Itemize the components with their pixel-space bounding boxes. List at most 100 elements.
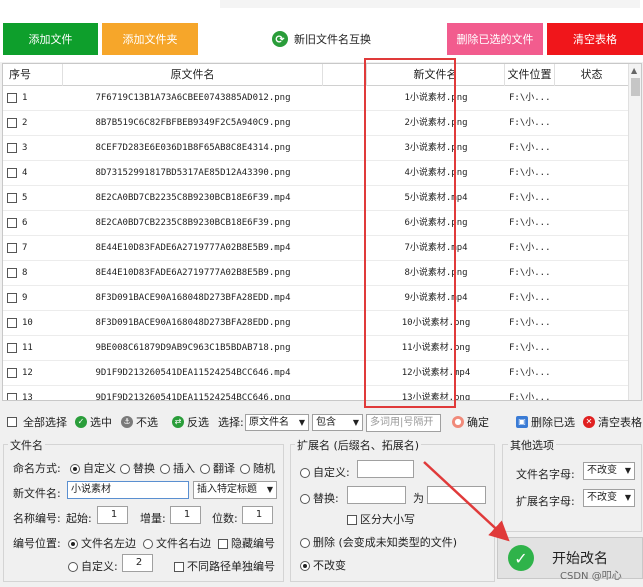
table-row[interactable]: 13 9D1F9D213260541DEA11524254BCC646.png 13… bbox=[3, 386, 629, 401]
row-checkbox[interactable] bbox=[7, 392, 17, 400]
keyword-input[interactable]: 多词用|号隔开 bbox=[366, 414, 441, 432]
row-checkbox[interactable] bbox=[7, 292, 17, 303]
step-input[interactable]: 1 bbox=[170, 506, 201, 524]
row-checkbox[interactable] bbox=[7, 367, 17, 378]
row-checkbox[interactable] bbox=[7, 267, 17, 278]
naming-mode-label: 命名方式: bbox=[13, 462, 61, 475]
case-sensitive-checkbox[interactable]: 区分大小写 bbox=[347, 511, 415, 527]
file-location: F:\小... bbox=[509, 368, 551, 378]
table-row[interactable]: 12 9D1F9D213260541DEA11524254BCC646.mp4 12… bbox=[3, 361, 629, 386]
ext-replace-radio[interactable]: 替换: bbox=[300, 490, 339, 506]
start-input[interactable]: 1 bbox=[97, 506, 128, 524]
row-number: 13 bbox=[22, 393, 33, 401]
radio-icon bbox=[300, 494, 310, 504]
file-location: F:\小... bbox=[509, 218, 551, 228]
table-row[interactable]: 5 8E2CA0BD7CB2235C8B9230BCB18E6F39.mp4 5小说… bbox=[3, 186, 629, 211]
row-index[interactable]: 11 bbox=[7, 336, 63, 361]
row-index[interactable]: 5 bbox=[7, 186, 63, 211]
chevron-down-icon: ▼ bbox=[298, 418, 305, 427]
row-checkbox[interactable] bbox=[7, 317, 17, 328]
file-location: F:\小... bbox=[509, 168, 551, 178]
table-row[interactable]: 7 8E44E10D83FADE6A2719777A02B8E5B9.mp4 7小说… bbox=[3, 236, 629, 261]
row-index[interactable]: 13 bbox=[7, 386, 63, 401]
delete-selected-files-button[interactable]: 删除已选的文件 bbox=[447, 23, 543, 55]
select-button[interactable]: ✓ 选中 bbox=[75, 414, 112, 430]
row-index[interactable]: 9 bbox=[7, 286, 63, 311]
row-index[interactable]: 2 bbox=[7, 111, 63, 136]
unselect-button[interactable]: ⚓ 不选 bbox=[121, 414, 158, 430]
table-row[interactable]: 10 8F3D091BACE90A168048D273BFA28EDD.png 10… bbox=[3, 311, 629, 336]
row-checkbox[interactable] bbox=[7, 217, 17, 228]
ext-replace-to-input[interactable] bbox=[427, 486, 486, 504]
clear-table-button[interactable]: 清空表格 bbox=[547, 23, 643, 55]
digits-input[interactable]: 1 bbox=[242, 506, 273, 524]
pos-custom-radio[interactable]: 自定义: bbox=[68, 558, 118, 574]
mode-select[interactable]: 包含 ▼ bbox=[312, 414, 363, 431]
custom-position-input[interactable]: 2 bbox=[122, 554, 153, 572]
checkbox-icon bbox=[174, 562, 184, 572]
table-row[interactable]: 1 7F6719C13B1A73A6CBEE0743885AD012.png 1小说… bbox=[3, 86, 629, 111]
swap-names-button[interactable]: ⟳ 新旧文件名互换 bbox=[272, 28, 371, 50]
scroll-up-icon[interactable]: ▲ bbox=[631, 66, 637, 75]
row-index[interactable]: 12 bbox=[7, 361, 63, 386]
table-row[interactable]: 11 9BE008C61879D9AB9C963C1B5BDAB718.png 11… bbox=[3, 336, 629, 361]
pos-left-radio[interactable]: 文件名左边 bbox=[68, 535, 136, 551]
ext-delete-radio[interactable]: 删除 (会变成未知类型的文件) bbox=[300, 534, 457, 550]
row-index[interactable]: 6 bbox=[7, 211, 63, 236]
hide-number-checkbox[interactable]: 隐藏编号 bbox=[218, 535, 275, 551]
mode-custom-radio[interactable]: 自定义 bbox=[70, 460, 116, 476]
ext-custom-input[interactable] bbox=[357, 460, 414, 478]
name-case-select[interactable]: 不改变 ▼ bbox=[583, 462, 635, 480]
invert-icon: ⇄ bbox=[172, 416, 184, 428]
start-rename-label: 开始改名 bbox=[552, 551, 608, 567]
insert-title-select[interactable]: 插入特定标题 ▼ bbox=[193, 481, 277, 499]
select-all-checkbox[interactable]: 全部选择 bbox=[7, 414, 67, 430]
invert-button[interactable]: ⇄ 反选 bbox=[172, 414, 209, 430]
vertical-scrollbar[interactable]: ▲ bbox=[628, 64, 641, 400]
row-index[interactable]: 3 bbox=[7, 136, 63, 161]
table-row[interactable]: 4 8D73152991817BD5317AE85D12A43390.png 4小说… bbox=[3, 161, 629, 186]
confirm-button[interactable]: ● 确定 bbox=[452, 414, 489, 430]
new-name-input[interactable]: 小说素材 bbox=[67, 481, 189, 499]
row-number: 12 bbox=[22, 368, 33, 378]
clear-table-small-button[interactable]: ✕ 清空表格 bbox=[583, 414, 642, 430]
scroll-thumb[interactable] bbox=[631, 78, 640, 96]
row-index[interactable]: 10 bbox=[7, 311, 63, 336]
mode-insert-radio[interactable]: 插入 bbox=[160, 460, 195, 476]
table-row[interactable]: 8 8E44E10D83FADE6A2719777A02B8E5B9.png 8小说… bbox=[3, 261, 629, 286]
mode-translate-radio[interactable]: 翻译 bbox=[200, 460, 235, 476]
diff-path-checkbox[interactable]: 不同路径单独编号 bbox=[174, 558, 275, 574]
row-index[interactable]: 4 bbox=[7, 161, 63, 186]
top-toolbar: 添加文件 添加文件夹 ⟳ 新旧文件名互换 删除已选的文件 清空表格 bbox=[0, 0, 643, 62]
row-checkbox[interactable] bbox=[7, 167, 17, 178]
field-select[interactable]: 原文件名 ▼ bbox=[245, 414, 309, 431]
row-checkbox[interactable] bbox=[7, 142, 17, 153]
original-filename: 8E2CA0BD7CB2235C8B9230BCB18E6F39.mp4 bbox=[95, 193, 291, 203]
row-index[interactable]: 8 bbox=[7, 261, 63, 286]
table-row[interactable]: 2 8B7B519C6C82FBFBEB9349F2C5A940C9.png 2小说… bbox=[3, 111, 629, 136]
mode-random-radio[interactable]: 随机 bbox=[240, 460, 275, 476]
mode-replace-radio[interactable]: 替换 bbox=[120, 460, 155, 476]
row-checkbox[interactable] bbox=[7, 92, 17, 103]
ext-keep-radio[interactable]: 不改变 bbox=[300, 557, 346, 573]
pos-right-radio[interactable]: 文件名右边 bbox=[143, 535, 211, 551]
ext-replace-from-input[interactable] bbox=[347, 486, 406, 504]
confirm-label: 确定 bbox=[467, 416, 489, 429]
table-row[interactable]: 6 8E2CA0BD7CB2235C8B9230BCB18E6F39.png 6小说… bbox=[3, 211, 629, 236]
row-checkbox[interactable] bbox=[7, 117, 17, 128]
ext-case-select[interactable]: 不改变 ▼ bbox=[583, 489, 635, 507]
add-file-button[interactable]: 添加文件 bbox=[3, 23, 98, 55]
file-table: 序号 原文件名 新文件名 文件位置 状态 1 7F6719C13B1A73A6CB… bbox=[2, 63, 642, 401]
row-checkbox[interactable] bbox=[7, 242, 17, 253]
clear-table-label: 清空表格 bbox=[598, 416, 642, 429]
row-index[interactable]: 1 bbox=[7, 86, 63, 111]
row-index[interactable]: 7 bbox=[7, 236, 63, 261]
row-checkbox[interactable] bbox=[7, 192, 17, 203]
table-row[interactable]: 3 8CEF7D283E6E036D1B8F65AB8C8E4314.png 3小说… bbox=[3, 136, 629, 161]
file-location: F:\小... bbox=[509, 343, 551, 353]
row-checkbox[interactable] bbox=[7, 342, 17, 353]
add-folder-button[interactable]: 添加文件夹 bbox=[102, 23, 198, 55]
delete-selected-button[interactable]: ▣ 删除已选 bbox=[516, 414, 575, 430]
table-row[interactable]: 9 8F3D091BACE90A168048D273BFA28EDD.mp4 9小说… bbox=[3, 286, 629, 311]
ext-custom-radio[interactable]: 自定义: bbox=[300, 464, 350, 480]
